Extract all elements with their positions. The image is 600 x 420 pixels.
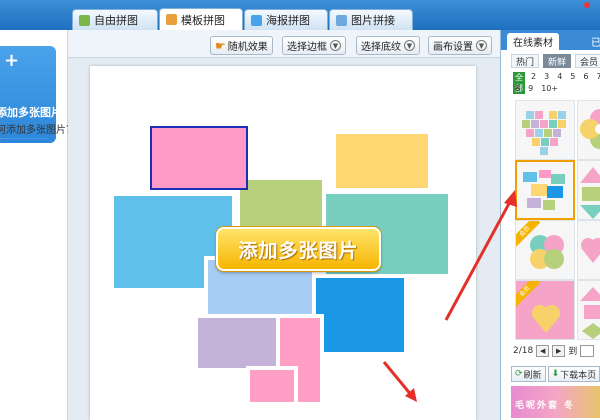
collage-slot-deep-blue[interactable] bbox=[312, 274, 408, 356]
count-9[interactable]: 9 bbox=[528, 84, 533, 93]
collage-slot-yellow[interactable] bbox=[332, 130, 432, 192]
left-panel: + 添加多张图片 如何添加多张图片？ bbox=[0, 30, 76, 420]
triangles-preview bbox=[580, 167, 600, 219]
add-multiple-images-button[interactable]: 添加多张图片 bbox=[216, 227, 381, 271]
tab-label: 自由拼图 bbox=[94, 14, 138, 27]
template-thumb-heart-pink[interactable]: 会员 bbox=[515, 280, 575, 340]
refresh-label: 刷新 bbox=[523, 370, 542, 381]
hearts-preview bbox=[581, 238, 600, 263]
collage-slot-pink-selected[interactable] bbox=[150, 126, 248, 190]
divider bbox=[0, 138, 48, 139]
next-page-button[interactable]: ▶ bbox=[552, 344, 566, 357]
count-10-plus[interactable]: 10+ bbox=[541, 84, 558, 93]
tab-online-materials[interactable]: 在线素材 bbox=[507, 33, 559, 50]
template-thumb-hearts[interactable] bbox=[577, 220, 600, 280]
template-thumb-heart-grid[interactable] bbox=[515, 100, 575, 160]
download-label: 下载本页 bbox=[560, 370, 597, 381]
tab-label: 图片拼接 bbox=[351, 14, 395, 27]
category-filter: 热门 新鲜 会员 bbox=[511, 54, 600, 68]
heart-grid-preview bbox=[522, 111, 566, 155]
template-thumb-spade[interactable] bbox=[577, 280, 600, 340]
canvas-area: 添加多张图片 bbox=[68, 58, 500, 420]
how-to-add-link[interactable]: 如何添加多张图片？ bbox=[0, 121, 76, 136]
tab-free-collage[interactable]: 自由拼图 bbox=[72, 9, 158, 30]
tab-label: 海报拼图 bbox=[266, 14, 310, 27]
category-hot[interactable]: 热门 bbox=[511, 54, 540, 68]
tab-downloaded[interactable]: 已 bbox=[585, 33, 600, 50]
collage-slot-pink-bottom-2[interactable] bbox=[246, 366, 298, 406]
ad-banner[interactable]: 毛呢外套 冬 bbox=[511, 386, 600, 418]
tab-poster-collage[interactable]: 海报拼图 bbox=[244, 9, 328, 30]
photo-count-filter-row2: 8 9 10+ bbox=[515, 84, 558, 93]
template-thumb-selected[interactable] bbox=[515, 160, 575, 220]
free-collage-icon bbox=[79, 14, 90, 26]
refresh-button[interactable]: ⟳ 刷新 bbox=[511, 366, 546, 382]
template-pager: 2/18 ◀ ▶ 到 bbox=[513, 344, 595, 357]
spade-preview bbox=[580, 287, 600, 339]
count-5[interactable]: 5 bbox=[568, 72, 577, 94]
template-collage-icon bbox=[166, 14, 177, 25]
refresh-icon: ⟳ bbox=[515, 369, 523, 379]
chevron-down-icon: ▼ bbox=[330, 40, 341, 51]
top-bar: 自由拼图 模板拼图 海报拼图 图片拼接 bbox=[0, 0, 600, 30]
category-new[interactable]: 新鲜 bbox=[543, 54, 572, 68]
select-background-button[interactable]: 选择底纹 ▼ bbox=[356, 36, 420, 55]
chevron-down-icon: ▼ bbox=[404, 40, 415, 51]
select-border-button[interactable]: 选择边框 ▼ bbox=[282, 36, 346, 55]
template-thumb-flower[interactable] bbox=[577, 100, 600, 160]
page-number-input[interactable] bbox=[580, 344, 595, 357]
count-7[interactable]: 7 bbox=[594, 72, 600, 94]
chevron-down-icon: ▼ bbox=[476, 40, 487, 51]
plus-icon: + bbox=[4, 50, 20, 71]
notification-dot bbox=[584, 2, 590, 8]
image-stitch-icon bbox=[336, 14, 347, 26]
collage-canvas[interactable]: 添加多张图片 bbox=[90, 66, 476, 420]
tab-image-stitch[interactable]: 图片拼接 bbox=[329, 9, 413, 30]
tab-label: 模板拼图 bbox=[181, 13, 225, 27]
random-effect-button[interactable]: ☛ 随机效果 bbox=[210, 36, 273, 55]
canvas-toolbar: ☛ 随机效果 选择边框 ▼ 选择底纹 ▼ 画布设置 ▼ bbox=[68, 30, 500, 58]
material-actions: ⟳ 刷新 ⬇ 下载本页 bbox=[511, 366, 600, 382]
canvas-settings-label: 画布设置 bbox=[433, 42, 473, 53]
poster-collage-icon bbox=[251, 14, 262, 26]
collage-slot-lavender[interactable] bbox=[194, 314, 282, 372]
hand-pointer-icon: ☛ bbox=[215, 38, 226, 53]
category-member[interactable]: 会员 bbox=[575, 54, 600, 68]
count-8[interactable]: 8 bbox=[515, 84, 520, 93]
download-icon: ⬇ bbox=[551, 369, 560, 379]
select-border-label: 选择边框 bbox=[287, 42, 327, 53]
canvas-settings-button[interactable]: 画布设置 ▼ bbox=[428, 36, 492, 55]
scattered-rectangles-preview bbox=[523, 170, 565, 210]
select-background-label: 选择底纹 bbox=[361, 42, 401, 53]
material-panel: 在线素材 已 热门 新鲜 会员 全部 2 3 4 5 6 7 8 9 10+ bbox=[500, 30, 600, 420]
page-indicator: 2/18 bbox=[513, 345, 534, 356]
tab-template-collage[interactable]: 模板拼图 bbox=[159, 8, 243, 30]
add-images-label: 添加多张图片 bbox=[0, 106, 62, 119]
material-tabs: 在线素材 已 bbox=[501, 30, 600, 50]
goto-label: 到 bbox=[568, 347, 578, 357]
random-effect-label: 随机效果 bbox=[227, 42, 268, 53]
download-page-button[interactable]: ⬇ 下载本页 bbox=[547, 366, 600, 382]
flower-preview bbox=[580, 109, 600, 149]
previous-page-button[interactable]: ◀ bbox=[536, 344, 550, 357]
template-thumb-clover[interactable]: 会员 bbox=[515, 220, 575, 280]
template-thumb-triangles[interactable] bbox=[577, 160, 600, 220]
count-6[interactable]: 6 bbox=[581, 72, 590, 94]
